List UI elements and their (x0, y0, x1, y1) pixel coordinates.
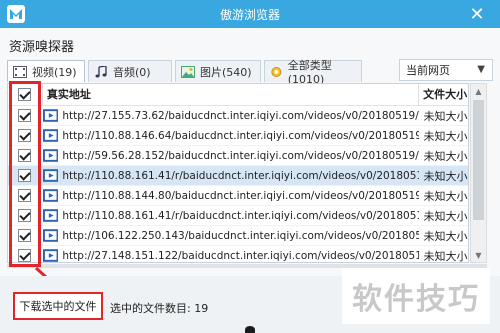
row-url: http://59.56.28.152/baiducdnct.inter.iqi… (62, 149, 419, 162)
highlight-box (9, 81, 41, 267)
table-row-selected[interactable]: http://110.88.161.41/r/baiducdnct.inter.… (8, 166, 468, 186)
video-file-icon (42, 109, 59, 122)
tab-label: 图片(540) (200, 65, 252, 79)
tab-audio[interactable]: 音频(0) (88, 60, 172, 82)
download-selected-button[interactable]: 下载选中的文件 (13, 292, 103, 320)
video-file-icon (42, 149, 59, 162)
image-icon (181, 65, 195, 78)
video-file-icon (42, 229, 59, 242)
selected-count-label: 选中的文件数目: 19 (110, 302, 209, 315)
table-row[interactable]: http://27.155.73.62/baiducdnct.inter.iqi… (8, 106, 468, 126)
cursor-shadow (245, 326, 255, 333)
watermark: 软件技巧 (342, 268, 490, 324)
row-size: 未知大小 (423, 109, 468, 123)
scrollbar-thumb[interactable] (473, 100, 484, 220)
table-row[interactable]: http://27.148.151.122/baiducdnct.inter.i… (8, 246, 468, 263)
maxthon-logo-icon (7, 5, 25, 23)
table-row[interactable]: http://110.88.146.64/baiducdnct.inter.iq… (8, 126, 468, 146)
scope-select[interactable]: 当前网页 ▼ (399, 59, 493, 81)
video-file-icon (42, 129, 59, 142)
tab-label: 全部类型(1010) (287, 59, 332, 86)
tab-video[interactable]: 视频(19) (7, 60, 85, 82)
row-url: http://110.88.161.41/r/baiducdnct.inter.… (62, 169, 419, 182)
table-row[interactable]: http://106.122.250.143/baiducdnct.inter.… (8, 226, 468, 246)
video-file-icon (42, 249, 59, 262)
row-url: http://106.122.250.143/baiducdnct.inter.… (62, 229, 419, 242)
row-url: http://110.88.144.80/baiducdnct.inter.iq… (62, 189, 419, 202)
row-url: http://27.155.73.62/baiducdnct.inter.iqi… (62, 109, 419, 122)
column-header-url[interactable]: 真实地址 (41, 84, 418, 106)
title-bar: 傲游浏览器 ✕ (0, 0, 500, 28)
browser-window: 傲游浏览器 ✕ 资源嗅探器 视频(19) 音频(0) 图片(540) 全部类型(… (0, 0, 500, 333)
table-row[interactable]: http://59.56.28.152/baiducdnct.inter.iqi… (8, 146, 468, 166)
scroll-up-icon[interactable]: ▲ (471, 84, 486, 98)
vertical-scrollbar[interactable]: ▲ ▼ (470, 83, 487, 263)
scope-select-value: 当前网页 (406, 64, 450, 77)
row-size: 未知大小 (423, 129, 468, 143)
table-row[interactable]: http://110.88.144.80/baiducdnct.inter.iq… (8, 186, 468, 206)
tab-image[interactable]: 图片(540) (175, 60, 261, 82)
music-icon (95, 65, 107, 77)
row-url: http://110.88.146.64/baiducdnct.inter.iq… (62, 129, 419, 142)
row-size: 未知大小 (423, 209, 468, 223)
row-size: 未知大小 (423, 169, 468, 183)
video-icon (13, 65, 27, 78)
close-icon[interactable]: ✕ (454, 0, 500, 28)
scroll-down-icon[interactable]: ▼ (471, 248, 486, 262)
tab-label: 视频(19) (32, 65, 77, 79)
row-size: 未知大小 (423, 149, 468, 163)
row-url: http://27.148.151.122/baiducdnct.inter.i… (62, 249, 419, 262)
table-header: 真实地址 文件大小 (8, 84, 468, 106)
video-file-icon (42, 209, 59, 222)
column-header-size[interactable]: 文件大小 (418, 84, 468, 106)
chevron-down-icon: ▼ (477, 64, 485, 75)
row-url: http://110.88.161.41/r/baiducdnct.inter.… (62, 209, 419, 222)
row-size: 未知大小 (423, 229, 468, 243)
row-size: 未知大小 (423, 189, 468, 203)
tab-all-types[interactable]: 全部类型(1010) (264, 59, 362, 86)
table-row[interactable]: http://110.88.161.41/r/baiducdnct.inter.… (8, 206, 468, 226)
resource-table: 真实地址 文件大小 http://27.155.73.62/baiducdnct… (7, 83, 469, 263)
row-size: 未知大小 (423, 249, 468, 263)
tab-label: 音频(0) (113, 65, 151, 79)
panel-title: 资源嗅探器 (9, 40, 75, 55)
window-title: 傲游浏览器 (219, 7, 280, 22)
video-file-icon (42, 169, 59, 182)
tab-bar: 视频(19) 音频(0) 图片(540) 全部类型(1010) 当前网页 ▼ (7, 59, 493, 86)
all-types-icon (271, 66, 282, 77)
video-file-icon (42, 189, 59, 202)
